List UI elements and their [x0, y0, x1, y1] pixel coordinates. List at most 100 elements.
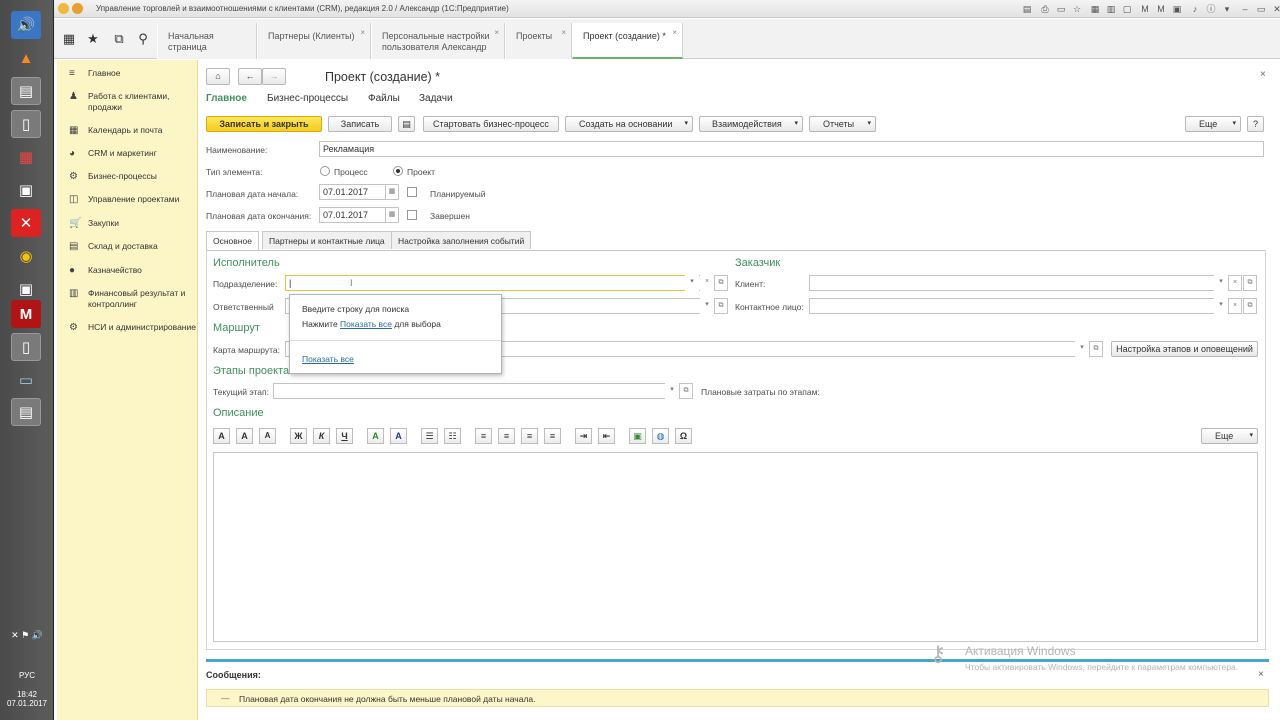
- radio-process[interactable]: [320, 166, 330, 176]
- bullet-list-icon[interactable]: ☰: [421, 428, 438, 444]
- show-all-inline-link[interactable]: Показать все: [340, 319, 392, 329]
- insert-image-icon[interactable]: ▣: [629, 428, 646, 444]
- italic-icon[interactable]: К: [313, 428, 330, 444]
- close-window-icon[interactable]: ✕: [1270, 3, 1280, 15]
- dropdown-arrow-icon[interactable]: ▾: [665, 383, 679, 399]
- vlc-icon[interactable]: ▲: [11, 44, 41, 72]
- zoom-icon[interactable]: ▣: [1170, 3, 1184, 15]
- dropdown-arrow-icon[interactable]: ▾: [1214, 275, 1228, 291]
- font-color-icon[interactable]: A: [390, 428, 407, 444]
- radio-project[interactable]: [393, 166, 403, 176]
- save-and-close-button[interactable]: Записать и закрыть: [206, 116, 322, 132]
- favorites-icon[interactable]: ☆: [1070, 3, 1084, 15]
- font-icon[interactable]: A: [213, 428, 230, 444]
- close-form-icon[interactable]: ×: [1260, 69, 1266, 80]
- document-list-icon[interactable]: ▤: [398, 116, 415, 132]
- chrome-icon[interactable]: ◉: [11, 242, 41, 270]
- dropdown-arrow-icon[interactable]: ▾: [700, 298, 714, 314]
- tab-projects[interactable]: Проекты ×: [505, 23, 572, 59]
- tab-close-icon[interactable]: ×: [494, 27, 499, 38]
- file-app-icon[interactable]: ▯: [11, 333, 41, 361]
- books-app-icon[interactable]: ▦: [11, 143, 41, 171]
- description-editor[interactable]: [213, 452, 1258, 642]
- app-logo-icon[interactable]: [58, 3, 69, 14]
- show-all-link[interactable]: Показать все: [302, 354, 354, 364]
- start-date-field[interactable]: 07.01.2017: [319, 184, 387, 200]
- dropdown-arrow-icon[interactable]: ▾: [1214, 298, 1228, 314]
- message-row[interactable]: — Плановая дата окончания не должна быть…: [206, 689, 1269, 707]
- calendar-picker-icon[interactable]: ▦: [385, 207, 399, 223]
- favorites-star-icon[interactable]: ★: [84, 31, 102, 47]
- xmind-icon[interactable]: ✕: [11, 209, 41, 237]
- language-indicator[interactable]: РУС: [0, 671, 54, 680]
- tab-close-icon[interactable]: ×: [360, 27, 365, 38]
- computer-icon[interactable]: ▭: [11, 366, 41, 394]
- minimize-icon[interactable]: –: [1238, 3, 1252, 15]
- bell-icon[interactable]: ♪: [1188, 3, 1202, 15]
- subtab-files[interactable]: Файлы: [368, 93, 400, 104]
- end-date-field[interactable]: 07.01.2017: [319, 207, 387, 223]
- notes-icon[interactable]: ▢: [1120, 3, 1134, 15]
- dropdown-icon[interactable]: ▾: [1220, 3, 1234, 15]
- open-icon[interactable]: ⧉: [1089, 341, 1103, 357]
- done-checkbox[interactable]: [407, 210, 417, 220]
- special-char-icon[interactable]: Ω: [675, 428, 692, 444]
- start-business-process-button[interactable]: Стартовать бизнес-процесс: [423, 116, 559, 132]
- search-icon[interactable]: ⚲: [134, 31, 152, 47]
- open-icon[interactable]: ⧉: [1243, 298, 1257, 314]
- interactions-button[interactable]: Взаимодействия ▾: [699, 116, 803, 132]
- numbered-list-icon[interactable]: ☷: [444, 428, 461, 444]
- contact-input[interactable]: ▾: [809, 298, 1229, 314]
- tab-close-icon[interactable]: ×: [561, 27, 566, 38]
- highlight-color-icon[interactable]: A: [367, 428, 384, 444]
- speaker-app-icon[interactable]: 🔊: [11, 11, 41, 39]
- monitor-app-icon[interactable]: ▣: [11, 275, 41, 303]
- info-icon[interactable]: ⓘ: [1204, 3, 1218, 15]
- align-left-icon[interactable]: ≡: [475, 428, 492, 444]
- preview-icon[interactable]: ▭: [1054, 3, 1068, 15]
- division-input[interactable]: | I ▾ ×: [285, 275, 715, 291]
- tab-personal-settings[interactable]: Персональные настройки пользователя Алек…: [371, 23, 505, 59]
- back-button[interactable]: ←: [238, 68, 262, 85]
- m-plus-icon[interactable]: M: [1138, 3, 1152, 15]
- client-input[interactable]: ▾: [809, 275, 1229, 291]
- name-field[interactable]: Рекламация: [319, 141, 1264, 157]
- print-icon[interactable]: ⎙: [1038, 3, 1052, 15]
- explorer-icon[interactable]: ▤: [11, 77, 41, 105]
- calendar-icon[interactable]: ▦: [1088, 3, 1102, 15]
- tab-close-icon[interactable]: ×: [672, 27, 677, 38]
- bold-icon[interactable]: Ж: [290, 428, 307, 444]
- help-button[interactable]: ?: [1247, 116, 1264, 132]
- stages-settings-button[interactable]: Настройка этапов и оповещений: [1111, 341, 1258, 357]
- subtab-main[interactable]: Главное: [206, 93, 247, 104]
- presentation-app-icon[interactable]: ▣: [11, 176, 41, 204]
- maximize-icon[interactable]: ▭: [1254, 3, 1268, 15]
- align-right-icon[interactable]: ≡: [521, 428, 538, 444]
- clear-icon[interactable]: ×: [700, 275, 714, 291]
- description-more-button[interactable]: Еще ▾: [1201, 428, 1258, 444]
- more-button[interactable]: Еще ▾: [1185, 116, 1241, 132]
- save-button[interactable]: Записать: [328, 116, 392, 132]
- font-size-up-icon[interactable]: A: [236, 428, 253, 444]
- media-app-icon[interactable]: ▤: [11, 398, 41, 426]
- reports-button[interactable]: Отчеты ▾: [809, 116, 876, 132]
- indent-decrease-icon[interactable]: ⇤: [598, 428, 615, 444]
- planned-checkbox[interactable]: [407, 187, 417, 197]
- align-center-icon[interactable]: ≡: [498, 428, 515, 444]
- calendar-picker-icon[interactable]: ▦: [385, 184, 399, 200]
- clock-date[interactable]: 07.01.2017: [0, 699, 54, 708]
- page-tab-main[interactable]: Основное: [206, 231, 259, 250]
- clear-icon[interactable]: ×: [1228, 275, 1242, 291]
- page-tab-partners[interactable]: Партнеры и контактные лица: [262, 231, 392, 249]
- history-icon[interactable]: ⧉: [110, 31, 128, 47]
- tab-partners[interactable]: Партнеры (Клиенты) ×: [257, 23, 371, 59]
- menu-icon[interactable]: [72, 3, 83, 14]
- underline-icon[interactable]: Ч: [336, 428, 353, 444]
- indent-increase-icon[interactable]: ⇥: [575, 428, 592, 444]
- tray-icons[interactable]: ✕ ⚑ 🔊: [0, 630, 54, 641]
- subtab-business-processes[interactable]: Бизнес-процессы: [267, 93, 348, 104]
- open-icon[interactable]: ⧉: [679, 383, 693, 399]
- create-based-on-button[interactable]: Создать на основании ▾: [565, 116, 693, 132]
- clear-icon[interactable]: ×: [1228, 298, 1242, 314]
- insert-link-icon[interactable]: ◍: [652, 428, 669, 444]
